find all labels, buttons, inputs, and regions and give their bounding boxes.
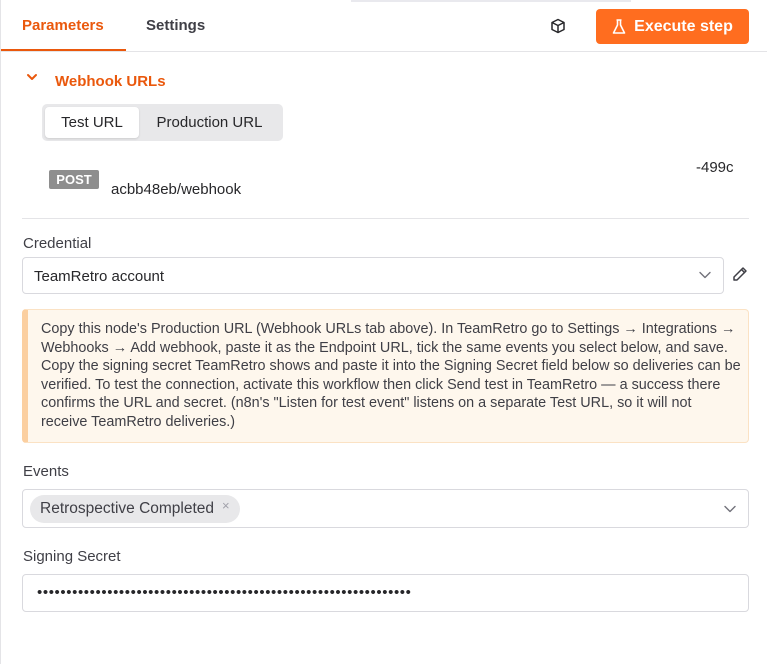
close-icon[interactable]: × — [222, 498, 230, 513]
test-url-tab[interactable]: Test URL — [45, 107, 139, 138]
signing-secret-label: Signing Secret — [23, 548, 121, 565]
tab-settings[interactable]: Settings — [146, 17, 205, 34]
tab-parameters[interactable]: Parameters — [22, 17, 104, 34]
section-divider — [22, 218, 749, 219]
pencil-icon[interactable] — [732, 266, 748, 282]
setup-notice: Copy this node's Production URL (Webhook… — [22, 309, 749, 443]
webhook-urls-title[interactable]: Webhook URLs — [55, 73, 166, 90]
setup-notice-text: Copy this node's Production URL (Webhook… — [41, 321, 741, 430]
signing-secret-field[interactable]: ••••••••••••••••••••••••••••••••••••••••… — [22, 574, 749, 612]
url-type-toggle: Test URL Production URL — [42, 104, 283, 141]
production-url-tab[interactable]: Production URL — [142, 107, 277, 138]
signing-secret-value: ••••••••••••••••••••••••••••••••••••••••… — [37, 584, 412, 601]
chevron-down-icon[interactable] — [26, 71, 38, 83]
execute-step-label: Execute step — [634, 17, 733, 35]
credential-select[interactable]: TeamRetro account — [22, 257, 724, 294]
events-multiselect[interactable]: Retrospective Completed × — [22, 489, 749, 528]
node-parameters-panel: Parameters Settings Execute step Webhook… — [0, 0, 767, 664]
event-chip: Retrospective Completed × — [30, 495, 240, 523]
credential-value: TeamRetro account — [34, 268, 165, 285]
chevron-down-icon[interactable] — [724, 505, 736, 513]
webhook-url-path[interactable]: acbb48eb/webhook — [111, 181, 241, 198]
panel-header: Parameters Settings Execute step — [1, 0, 767, 52]
events-label: Events — [23, 463, 69, 480]
webhook-url-tail[interactable]: -499c — [696, 159, 734, 176]
credential-label: Credential — [23, 235, 92, 252]
event-chip-label: Retrospective Completed — [40, 500, 215, 517]
active-tab-indicator — [1, 49, 126, 51]
execute-step-button[interactable]: Execute step — [596, 9, 749, 44]
flask-icon — [612, 18, 626, 34]
http-method-badge: POST — [49, 170, 99, 189]
chevron-down-icon — [699, 271, 711, 279]
cube-icon[interactable] — [550, 18, 566, 34]
